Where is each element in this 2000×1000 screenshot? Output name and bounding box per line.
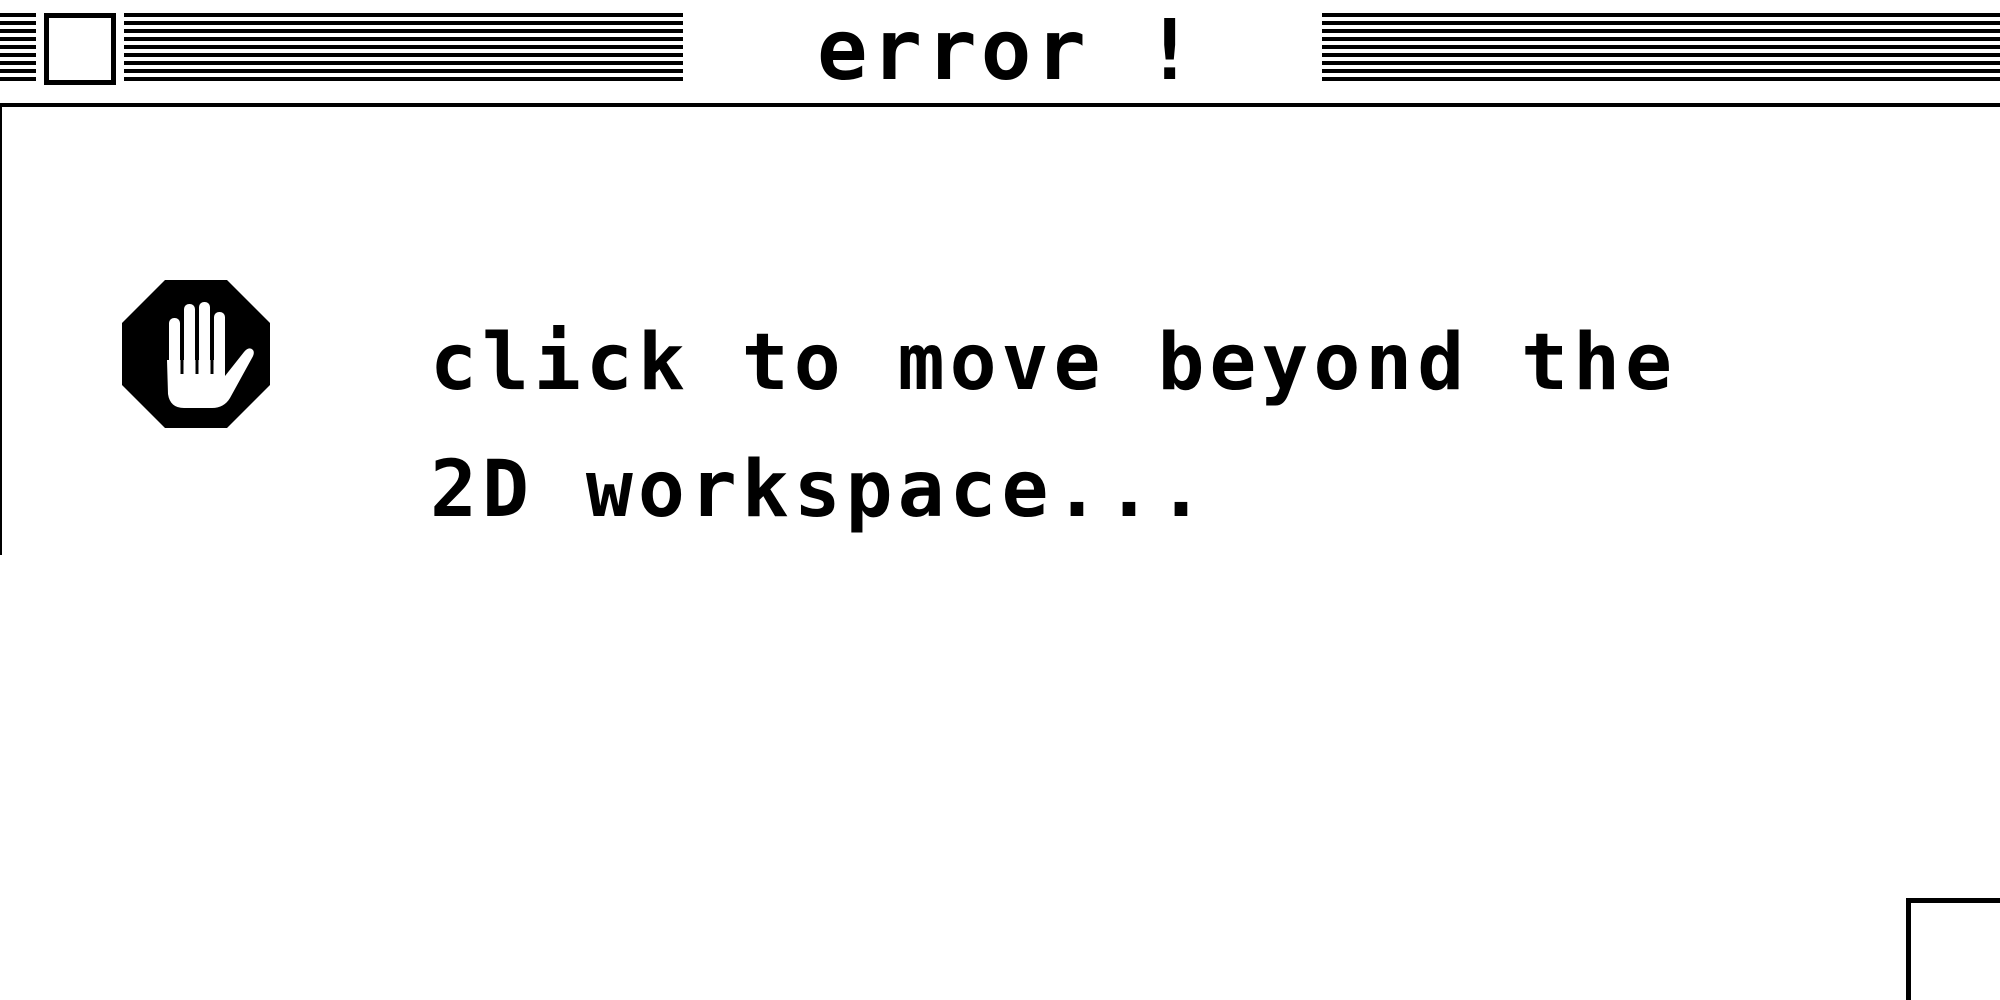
stop-hand-icon [122, 280, 270, 428]
title-bar[interactable]: error ! [0, 0, 2000, 107]
resize-box[interactable] [1906, 898, 2000, 1000]
title-bar-stripes-right [1322, 13, 2000, 85]
error-message: click to move beyond the 2D workspace... [430, 318, 1678, 535]
window-title: error ! [816, 1, 1199, 99]
close-box-button[interactable] [44, 13, 116, 85]
window-left-border [0, 107, 2, 555]
